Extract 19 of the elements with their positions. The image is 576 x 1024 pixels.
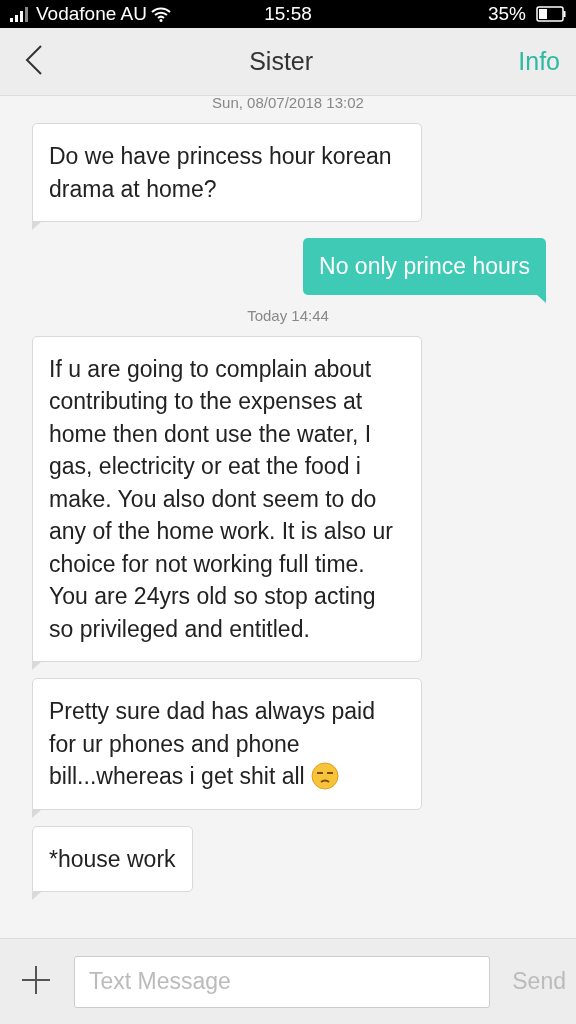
wifi-icon bbox=[150, 6, 171, 22]
incoming-message: *house work bbox=[32, 825, 193, 900]
info-button[interactable]: Info bbox=[518, 47, 560, 76]
battery-icon bbox=[536, 6, 566, 22]
timestamp: Today 14:44 bbox=[247, 306, 329, 324]
outgoing-message: No only prince hours bbox=[303, 238, 546, 303]
battery-percent: 35% bbox=[487, 3, 526, 25]
bubble-tail bbox=[32, 222, 41, 230]
timestamp: Sun, 08/07/2018 13:02 bbox=[212, 96, 364, 111]
contact-name: Sister bbox=[248, 47, 315, 76]
clock: 15:58 bbox=[263, 3, 313, 25]
bubble-tail bbox=[32, 809, 41, 818]
bubble-tail bbox=[32, 892, 41, 900]
carrier-name: Vodafone AU bbox=[36, 3, 147, 25]
bubble-tail bbox=[537, 294, 546, 303]
incoming-message: Pretty sure dad has always paid for ur phones and phone bill...whereas i get shit all bbox=[32, 678, 422, 818]
incoming-message: If u are going to complain about contributing to the expenses at home then dont use the water, I gas, electricity or eat the food i make. You also dont seem to do any of the home work. It is also ur choice for not working full time. You are 24yrs old so stop acting so privileged and entitled. bbox=[32, 335, 422, 670]
message-field[interactable]: Text Message bbox=[74, 955, 491, 1008]
incoming-message: Do we have princess hour korean drama at home? bbox=[32, 123, 422, 230]
